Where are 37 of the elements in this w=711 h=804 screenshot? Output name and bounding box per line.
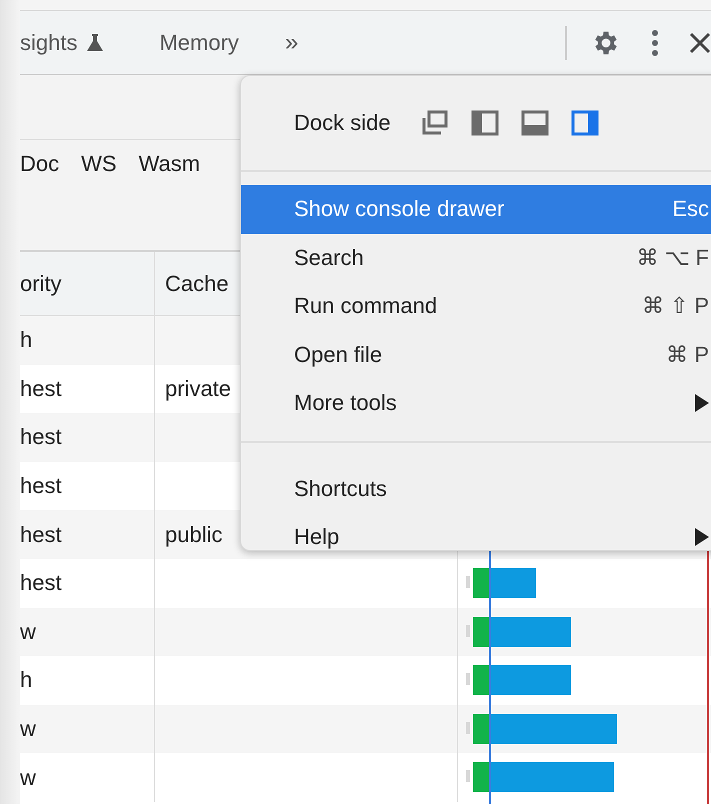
close-icon[interactable] <box>689 32 711 54</box>
table-cell: w <box>20 716 36 742</box>
menu-item[interactable]: Show console drawer Esc <box>241 185 711 234</box>
table-cell: w <box>20 618 36 645</box>
table-cell: w <box>20 764 36 791</box>
dock-side-label: Dock side <box>294 110 391 136</box>
table-cell: h <box>20 327 32 354</box>
menu-item[interactable]: Help <box>241 513 711 562</box>
dock-right-icon[interactable] <box>570 110 599 136</box>
filter-button[interactable]: Doc <box>20 151 60 177</box>
panel-tab[interactable]: sights <box>20 11 160 74</box>
table-cell: hest <box>20 424 62 450</box>
table-cell: private <box>165 376 232 402</box>
menu-item[interactable]: Search ⌘ ⌥ F <box>241 234 711 282</box>
submenu-arrow-icon <box>695 528 709 546</box>
dock-bottom-icon[interactable] <box>520 110 549 136</box>
waterfall-bar <box>466 568 536 598</box>
menu-item[interactable]: Open file ⌘ P <box>241 330 711 379</box>
table-cell: h <box>20 667 32 694</box>
column-header[interactable]: ority <box>20 252 155 315</box>
menu-icon[interactable] <box>651 28 659 56</box>
menu-item[interactable]: Shortcuts <box>241 464 711 513</box>
menu-item[interactable]: More tools <box>241 379 711 428</box>
flask-icon <box>87 34 104 52</box>
table-cell: hest <box>20 376 62 402</box>
filter-button[interactable]: WS <box>81 151 117 177</box>
table-cell: public <box>165 522 222 548</box>
table-cell: hest <box>20 570 62 596</box>
panel-tab[interactable]: » <box>284 11 298 74</box>
table-cell: hest <box>20 522 62 548</box>
submenu-arrow-icon <box>695 394 709 412</box>
dock-undock-icon[interactable] <box>420 110 449 136</box>
panel-tab[interactable]: Memory <box>159 11 285 74</box>
filter-button[interactable]: Wasm <box>138 151 200 177</box>
dock-left-icon[interactable] <box>470 110 499 136</box>
table-cell: hest <box>20 473 62 500</box>
menu-item[interactable]: Run command ⌘ ⇧ P <box>241 282 711 330</box>
